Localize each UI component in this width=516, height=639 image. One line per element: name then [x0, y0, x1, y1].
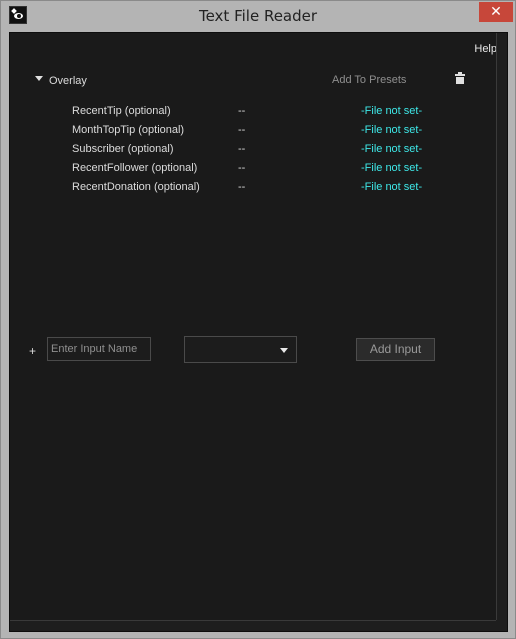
input-name-label: Subscriber (optional): [72, 143, 174, 155]
close-button[interactable]: ✕: [479, 2, 513, 22]
add-input-button[interactable]: Add Input: [356, 338, 435, 361]
input-name-field[interactable]: [47, 337, 151, 361]
set-file-link[interactable]: -File not set-: [361, 181, 422, 193]
app-window: Text File Reader ✕ Help Overlay Add To P…: [0, 0, 516, 639]
horizontal-scrollbar[interactable]: [10, 620, 498, 631]
vertical-scrollbar[interactable]: [496, 33, 507, 621]
trash-icon[interactable]: [455, 72, 465, 84]
input-type-dropdown[interactable]: [184, 336, 297, 363]
window-title: Text File Reader: [198, 7, 318, 25]
add-row-plus-icon[interactable]: +: [29, 344, 36, 358]
input-name-label: RecentTip (optional): [72, 105, 171, 117]
set-file-link[interactable]: -File not set-: [361, 162, 422, 174]
input-row: RecentDonation (optional) -- -File not s…: [10, 181, 490, 199]
input-value: --: [238, 162, 246, 174]
input-value: --: [238, 181, 246, 193]
collapse-arrow-icon[interactable]: [35, 76, 43, 81]
set-file-link[interactable]: -File not set-: [361, 124, 422, 136]
main-panel: Help Overlay Add To Presets RecentTip (o…: [9, 32, 508, 632]
input-name-label: RecentDonation (optional): [72, 181, 200, 193]
input-name-label: MonthTopTip (optional): [72, 124, 185, 136]
input-value: --: [238, 105, 246, 117]
set-file-link[interactable]: -File not set-: [361, 143, 422, 155]
chevron-down-icon: [280, 348, 288, 353]
title-bar[interactable]: Text File Reader ✕: [1, 1, 515, 31]
input-row: MonthTopTip (optional) -- -File not set-: [10, 124, 490, 142]
input-value: --: [238, 124, 246, 136]
scrollbar-corner: [496, 620, 507, 631]
input-value: --: [238, 143, 246, 155]
input-row: RecentFollower (optional) -- -File not s…: [10, 162, 490, 180]
add-to-presets-button[interactable]: Add To Presets: [332, 74, 406, 86]
input-name-label: RecentFollower (optional): [72, 162, 198, 174]
section-title[interactable]: Overlay: [49, 75, 87, 87]
input-row: RecentTip (optional) -- -File not set-: [10, 105, 490, 123]
input-row: Subscriber (optional) -- -File not set-: [10, 143, 490, 161]
help-link[interactable]: Help: [474, 43, 497, 55]
set-file-link[interactable]: -File not set-: [361, 105, 422, 117]
